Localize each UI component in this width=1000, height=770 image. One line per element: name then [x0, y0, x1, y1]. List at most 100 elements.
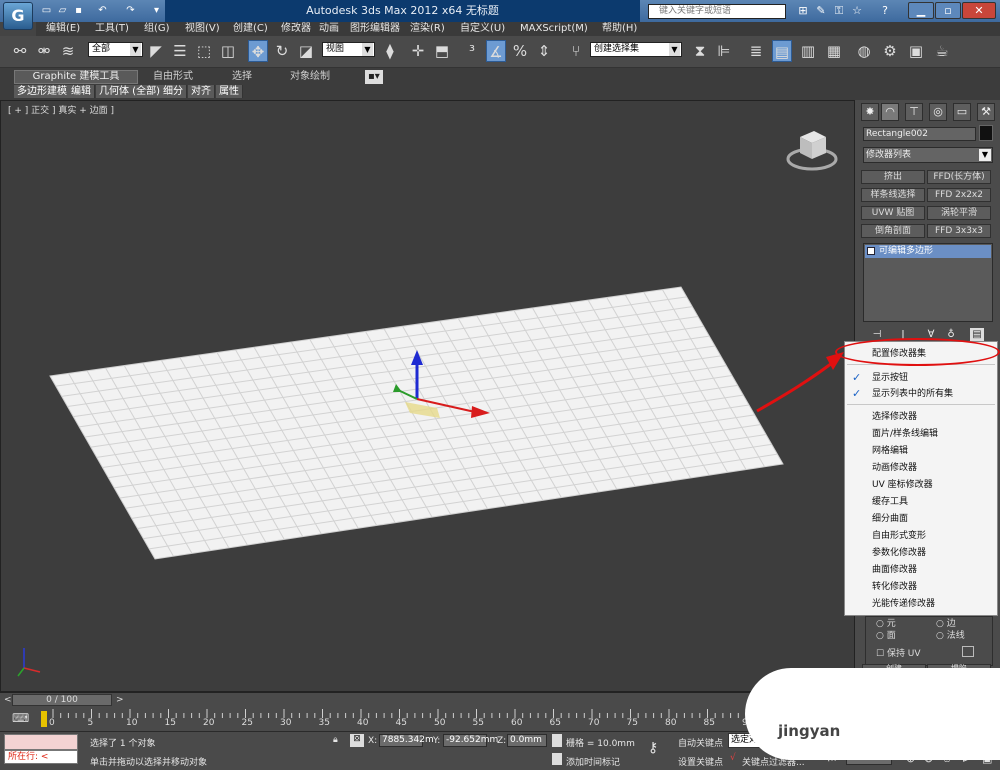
reference-coord-dropdown[interactable]: 视图 ▼	[322, 42, 375, 57]
current-frame-marker[interactable]	[41, 711, 47, 727]
menu-item-13[interactable]: 转化修改器	[872, 579, 917, 595]
object-color-swatch[interactable]	[979, 125, 993, 141]
maxscript-mini-listener[interactable]: 所在行: <	[4, 750, 78, 764]
x-coordinate-field[interactable]: 7885.342m	[379, 734, 434, 747]
menu-tools[interactable]: 工具(T)	[95, 22, 129, 36]
align-icon[interactable]: ⊫	[714, 40, 734, 62]
prev-frame-icon[interactable]: <	[4, 695, 12, 705]
layer-manager-icon[interactable]: ≣	[746, 40, 766, 62]
window-crossing-icon[interactable]: ◫	[218, 40, 238, 62]
display-tab-icon[interactable]: ▭	[953, 103, 971, 121]
modifier-button-spline-select[interactable]: 样条线选择	[861, 188, 925, 202]
subtab-align[interactable]: 对齐	[188, 85, 215, 98]
menu-group[interactable]: 组(G)	[144, 22, 170, 36]
subtab-subdivision[interactable]: 细分	[160, 85, 187, 98]
menu-animation[interactable]: 动画	[319, 22, 339, 36]
maximize-button[interactable]: ▫	[935, 2, 961, 19]
keyboard-shortcut-icon[interactable]: ⬒	[432, 40, 452, 62]
redo-icon[interactable]: ↷	[124, 4, 137, 17]
rotate-icon[interactable]: ↻	[272, 40, 292, 62]
menu-item-2[interactable]: 显示列表中的所有集	[872, 386, 953, 402]
save-icon[interactable]: ▪	[72, 4, 85, 17]
menu-rendering[interactable]: 渲染(R)	[410, 22, 445, 36]
modifier-button-ffd-3[interactable]: FFD 3x3x3	[927, 224, 991, 238]
tab-graphite[interactable]: Graphite 建模工具	[14, 70, 138, 84]
modifier-button-uvw-map[interactable]: UVW 贴图	[861, 206, 925, 220]
dropdown-arrow-icon[interactable]: ▾	[150, 4, 163, 17]
menu-help[interactable]: 帮助(H)	[602, 22, 637, 36]
modify-tab-icon[interactable]: ◠	[881, 103, 899, 121]
set-key-icon[interactable]: ⚷	[648, 740, 658, 756]
tools-icon[interactable]: ✎	[814, 4, 828, 18]
star-icon[interactable]: ☆	[850, 4, 864, 18]
radio-normal[interactable]: ○ 法线	[936, 628, 965, 641]
menu-item-11[interactable]: 参数化修改器	[872, 545, 926, 561]
menu-modifiers[interactable]: 修改器	[281, 22, 311, 36]
create-tab-icon[interactable]: ✸	[861, 103, 879, 121]
viewport-scene[interactable]	[0, 100, 855, 692]
auto-key-label[interactable]: 自动关键点	[678, 736, 723, 749]
percent-snap-icon[interactable]: %	[510, 40, 530, 62]
menu-item-3[interactable]: 选择修改器	[872, 409, 917, 425]
schematic-view-icon[interactable]: ▦	[824, 40, 844, 62]
modifier-button-ffd-box[interactable]: FFD(长方体)	[927, 170, 991, 184]
menu-maxscript[interactable]: MAXScript(M)	[520, 22, 588, 36]
key-filter-icon[interactable]: √	[730, 753, 736, 763]
undo-icon[interactable]: ↶	[96, 4, 109, 17]
curve-editor-icon[interactable]: ▥	[798, 40, 818, 62]
modifier-list-dropdown[interactable]: 修改器列表 ▼	[863, 147, 993, 163]
subtab-properties[interactable]: 属性	[216, 85, 243, 98]
viewcube-icon[interactable]	[786, 125, 838, 173]
close-button[interactable]: ✕	[962, 2, 996, 19]
modifier-button-turbosmooth[interactable]: 涡轮平滑	[927, 206, 991, 220]
render-setup-icon[interactable]: ⚙	[880, 40, 900, 62]
app-logo-icon[interactable]: G	[3, 2, 33, 30]
menu-create[interactable]: 创建(C)	[233, 22, 268, 36]
set-key-label[interactable]: 设置关键点	[678, 755, 723, 768]
render-teapot-icon[interactable]: ☕	[932, 40, 952, 62]
radio-face[interactable]: ○ 面	[876, 628, 896, 641]
z-coordinate-field[interactable]: 0.0mm	[507, 734, 547, 747]
hierarchy-tab-icon[interactable]: ⊤	[905, 103, 923, 121]
select-by-name-icon[interactable]: ☰	[170, 40, 190, 62]
time-tag-icon[interactable]	[552, 753, 562, 765]
keep-uv-checkbox[interactable]: ☐ 保持 UV	[876, 646, 921, 659]
stack-item-editable-poly[interactable]: 可编辑多边形	[865, 245, 991, 258]
binoculars-icon[interactable]: ⊞	[796, 4, 810, 18]
mini-curve-editor-icon[interactable]: ⌨	[12, 711, 29, 725]
new-file-icon[interactable]: ▭	[40, 4, 53, 17]
tab-object-paint[interactable]: 对象绘制	[290, 70, 330, 84]
open-file-icon[interactable]: ▱	[56, 4, 69, 17]
graphite-toggle-icon[interactable]: ▤	[772, 40, 792, 62]
named-selection-dropdown[interactable]: 创建选择集 ▼	[590, 42, 682, 57]
menu-item-7[interactable]: UV 座标修改器	[872, 477, 933, 493]
menu-edit[interactable]: 编辑(E)	[46, 22, 80, 36]
key-icon[interactable]: ⚿	[832, 4, 846, 18]
tab-freeform[interactable]: 自由形式	[153, 70, 193, 84]
menu-item-14[interactable]: 光能传递修改器	[872, 596, 935, 612]
utilities-tab-icon[interactable]: ⚒	[977, 103, 995, 121]
add-time-tag[interactable]: 添加时间标记	[566, 755, 620, 768]
modifier-button-ffd-2[interactable]: FFD 2x2x2	[927, 188, 991, 202]
snaps-toggle-icon[interactable]: ³	[462, 40, 482, 62]
tab-selection[interactable]: 选择	[232, 70, 252, 84]
subtab-poly-modeling[interactable]: 多边形建模	[14, 85, 71, 98]
angle-snap-icon[interactable]: ∡	[486, 40, 506, 62]
manipulate-icon[interactable]: ✛	[408, 40, 428, 62]
material-editor-icon[interactable]: ◍	[854, 40, 874, 62]
y-coordinate-field[interactable]: -92.652mm	[443, 734, 498, 747]
help-icon[interactable]: ?	[878, 4, 892, 18]
absolute-mode-icon[interactable]: ⊠	[350, 734, 364, 747]
configure-sets-icon[interactable]: ▤	[970, 328, 984, 342]
selection-filter-dropdown[interactable]: 全部 ▼	[88, 42, 143, 57]
time-slider[interactable]: 0 / 100	[12, 694, 112, 706]
rendered-frame-icon[interactable]: ▣	[906, 40, 926, 62]
menu-graph-editors[interactable]: 图形编辑器	[350, 22, 400, 36]
menu-item-12[interactable]: 曲面修改器	[872, 562, 917, 578]
menu-customize[interactable]: 自定义(U)	[460, 22, 505, 36]
select-object-icon[interactable]: ◤	[146, 40, 166, 62]
lock-icon[interactable]: 🔒︎	[333, 735, 338, 745]
menu-item-9[interactable]: 细分曲面	[872, 511, 908, 527]
search-input[interactable]: 键入关键字或短语	[648, 4, 786, 19]
menu-item-5[interactable]: 网格编辑	[872, 443, 908, 459]
